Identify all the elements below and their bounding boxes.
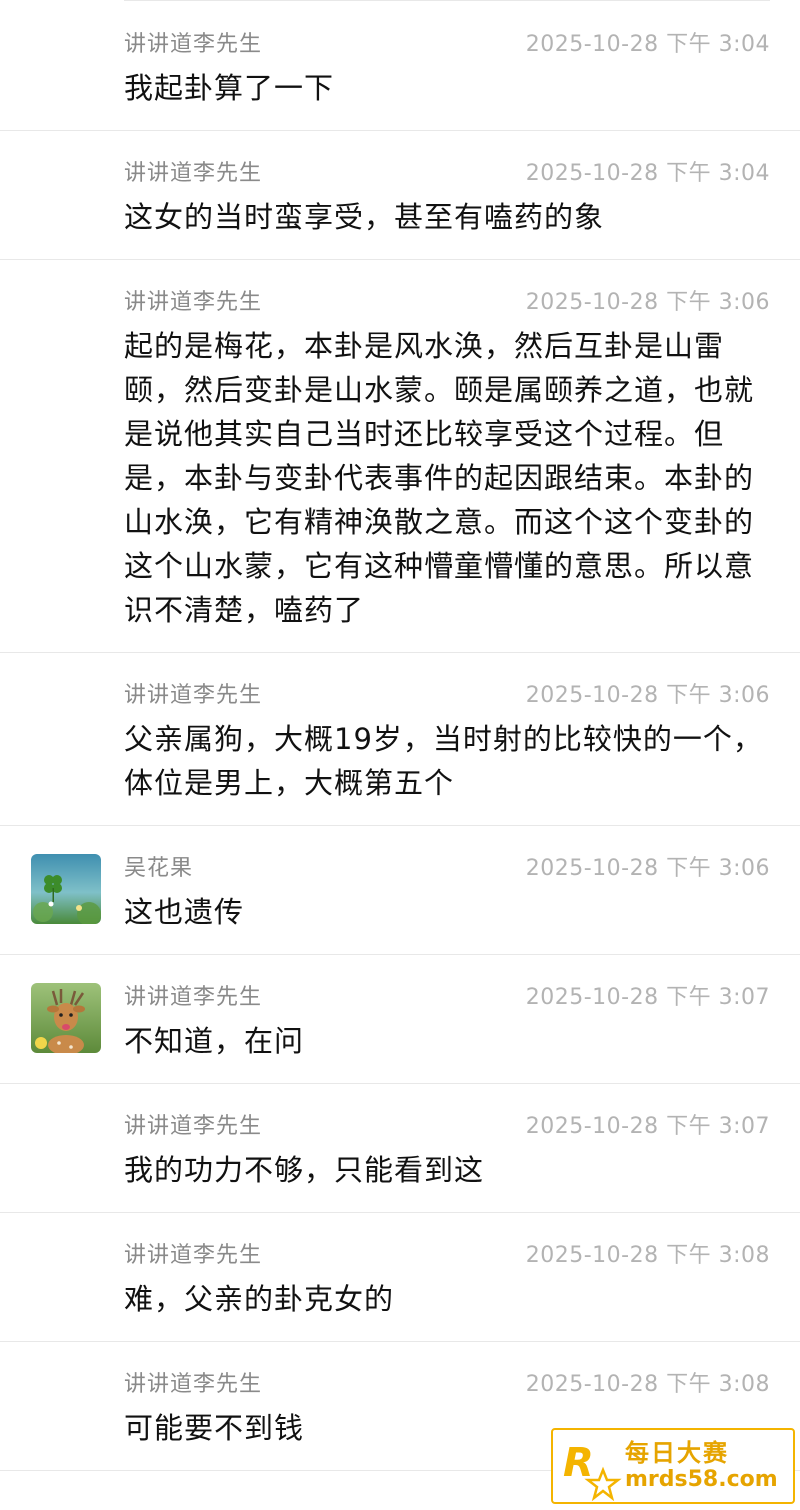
- site-watermark: R 每日大赛 mrds58.com: [551, 1428, 795, 1504]
- message-timestamp: 2025-10-28 下午 3:04: [525, 32, 770, 57]
- sender-name[interactable]: 讲讲道李先生: [124, 155, 262, 187]
- message-text: 我起卦算了一下: [124, 71, 335, 105]
- message-text: 这也遗传: [124, 895, 245, 929]
- message-header: 讲讲道李先生 2025-10-28 下午 3:08: [124, 1241, 770, 1268]
- message-item[interactable]: 讲讲道李先生 2025-10-28 下午 3:07 不知道，在问: [0, 955, 800, 1084]
- deer-icon: [31, 983, 101, 1053]
- message-header: 讲讲道李先生 2025-10-28 下午 3:06: [124, 681, 770, 708]
- sender-name[interactable]: 讲讲道李先生: [124, 1108, 262, 1140]
- message-item[interactable]: 讲讲道李先生 2025-10-28 下午 3:04 这女的当时蛮享受，甚至有嗑药…: [0, 131, 800, 260]
- message-item[interactable]: 讲讲道李先生 2025-10-28 下午 3:04 我起卦算了一下: [0, 2, 800, 131]
- clover-avatar[interactable]: [31, 854, 101, 924]
- message-item[interactable]: 讲讲道李先生 2025-10-28 下午 3:07 我的功力不够，只能看到这: [0, 1084, 800, 1213]
- message-timestamp: 2025-10-28 下午 3:04: [525, 161, 770, 186]
- message-header: 讲讲道李先生 2025-10-28 下午 3:07: [124, 983, 770, 1010]
- message-timestamp: 2025-10-28 下午 3:08: [525, 1243, 770, 1268]
- message-header: 讲讲道李先生 2025-10-28 下午 3:04: [124, 159, 770, 186]
- sender-name[interactable]: 讲讲道李先生: [124, 677, 262, 709]
- message-text: 我的功力不够，只能看到这: [124, 1153, 485, 1187]
- message-header: 讲讲道李先生 2025-10-28 下午 3:04: [124, 30, 770, 57]
- message-timestamp: 2025-10-28 下午 3:06: [525, 856, 770, 881]
- message-timestamp: 2025-10-28 下午 3:06: [525, 290, 770, 315]
- sender-name[interactable]: 讲讲道李先生: [124, 1366, 262, 1398]
- watermark-logo: R: [553, 1430, 623, 1502]
- watermark-text: 每日大赛 mrds58.com: [623, 1439, 778, 1493]
- message-timestamp: 2025-10-28 下午 3:07: [525, 985, 770, 1010]
- clover-icon: [31, 854, 101, 924]
- sender-name[interactable]: 讲讲道李先生: [124, 979, 262, 1011]
- message-timestamp: 2025-10-28 下午 3:07: [525, 1114, 770, 1139]
- message-timestamp: 2025-10-28 下午 3:06: [525, 683, 770, 708]
- r-star-logo-icon: R: [563, 1440, 622, 1502]
- message-text: 这女的当时蛮享受，甚至有嗑药的象: [124, 200, 605, 234]
- message-header: 吴花果 2025-10-28 下午 3:06: [124, 854, 770, 881]
- message-text: 起的是梅花，本卦是风水涣，然后互卦是山雷颐，然后变卦是山水蒙。颐是属颐养之道，也…: [124, 329, 755, 627]
- message-item[interactable]: 讲讲道李先生 2025-10-28 下午 3:06 起的是梅花，本卦是风水涣，然…: [0, 260, 800, 653]
- message-item[interactable]: 吴花果 2025-10-28 下午 3:06 这也遗传: [0, 826, 800, 955]
- watermark-cn: 每日大赛: [625, 1439, 729, 1467]
- top-divider: [124, 0, 770, 1]
- message-item[interactable]: 讲讲道李先生 2025-10-28 下午 3:06 父亲属狗，大概19岁，当时射…: [0, 653, 800, 826]
- message-timestamp: 2025-10-28 下午 3:08: [525, 1372, 770, 1397]
- message-text: 父亲属狗，大概19岁，当时射的比较快的一个，体位是男上，大概第五个: [124, 722, 763, 800]
- sender-name[interactable]: 吴花果: [124, 850, 193, 882]
- sender-name[interactable]: 讲讲道李先生: [124, 26, 262, 58]
- deer-avatar[interactable]: [31, 983, 101, 1053]
- message-text: 难，父亲的卦克女的: [124, 1282, 395, 1316]
- sender-name[interactable]: 讲讲道李先生: [124, 1237, 262, 1269]
- message-header: 讲讲道李先生 2025-10-28 下午 3:08: [124, 1370, 770, 1397]
- watermark-url: mrds58.com: [625, 1467, 778, 1492]
- message-header: 讲讲道李先生 2025-10-28 下午 3:06: [124, 288, 770, 315]
- message-header: 讲讲道李先生 2025-10-28 下午 3:07: [124, 1112, 770, 1139]
- sender-name[interactable]: 讲讲道李先生: [124, 284, 262, 316]
- message-text: 不知道，在问: [124, 1024, 305, 1058]
- chat-message-list[interactable]: 讲讲道李先生 2025-10-28 下午 3:04 我起卦算了一下 讲讲道李先生…: [0, 2, 800, 1471]
- message-item[interactable]: 讲讲道李先生 2025-10-28 下午 3:08 难，父亲的卦克女的: [0, 1213, 800, 1342]
